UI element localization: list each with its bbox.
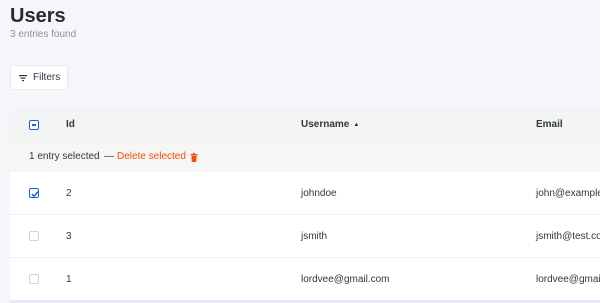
cell-email: lordvee@gmail.com: [536, 274, 600, 285]
users-page: Users 3 entries found Filters Id Usernam…: [0, 0, 600, 303]
cell-email: jsmith@test.com: [536, 231, 600, 242]
cell-id: 3: [66, 231, 72, 242]
delete-selected-label: Delete selected: [117, 151, 186, 162]
cell-username: jsmith: [301, 231, 328, 242]
filters-label: Filters: [33, 72, 61, 83]
table-row[interactable]: 3 jsmith jsmith@test.com: [10, 215, 600, 258]
table-row[interactable]: 1 lordvee@gmail.com lordvee@gmail.com: [10, 258, 600, 301]
cell-username: johndoe: [301, 188, 337, 199]
cell-id: 1: [66, 274, 72, 285]
filters-button[interactable]: Filters: [10, 65, 68, 90]
column-header-id[interactable]: Id: [66, 108, 75, 142]
row-checkbox[interactable]: [29, 231, 39, 241]
column-header-username[interactable]: Username ▲: [301, 108, 359, 142]
select-all-checkbox[interactable]: [29, 120, 39, 130]
filter-icon: [18, 73, 28, 83]
selection-separator: —: [104, 151, 114, 162]
delete-selected-button[interactable]: Delete selected: [117, 142, 198, 172]
checkmark-icon: [31, 191, 39, 198]
row-checkbox[interactable]: [29, 274, 39, 284]
trash-icon: [190, 152, 198, 162]
row-checkbox[interactable]: [29, 188, 39, 198]
column-header-username-label: Username: [301, 119, 350, 130]
page-title: Users: [10, 5, 66, 27]
entries-count: 3 entries found: [10, 29, 77, 40]
selection-bar: 1 entry selected — Delete selected: [10, 142, 600, 172]
cell-email: john@example.com: [536, 188, 600, 199]
cell-id: 2: [66, 188, 72, 199]
table-header: Id Username ▲ Email: [10, 108, 600, 142]
column-header-email[interactable]: Email: [536, 108, 563, 142]
table-row[interactable]: 2 johndoe john@example.com: [10, 172, 600, 215]
users-table: Id Username ▲ Email 1 entry selected — De…: [10, 108, 600, 303]
sort-ascending-icon: ▲: [353, 122, 360, 128]
selection-count: 1 entry selected: [29, 151, 100, 162]
cell-username: lordvee@gmail.com: [301, 274, 390, 285]
